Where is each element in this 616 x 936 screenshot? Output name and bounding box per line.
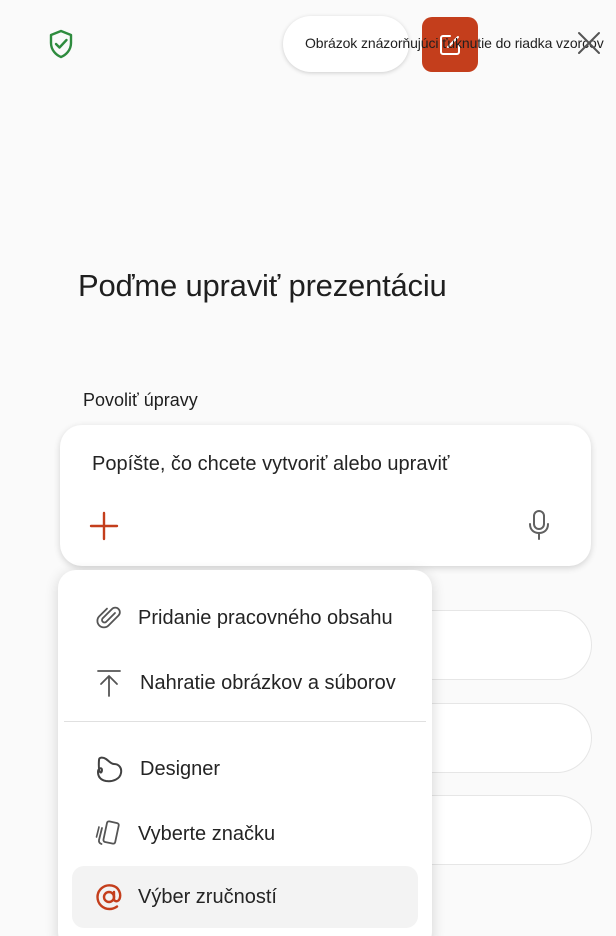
menu-item-label: Designer [140,757,221,780]
suggestion-pill[interactable] [420,610,592,680]
menu-item-choose-brand[interactable]: Vyberte značku [72,803,418,865]
menu-item-upload-files[interactable]: Nahratie obrázkov a súborov [72,652,418,714]
tooltip-text: Obrázok znázorňujúci ťuknutie do riadka … [305,35,604,51]
prompt-input[interactable]: Popíšte, čo chcete vytvoriť alebo upravi… [92,453,449,476]
add-icon[interactable] [88,510,120,542]
add-menu: Pridanie pracovného obsahu Nahratie obrá… [58,570,432,936]
page-title: Poďme upraviť prezentáciu [78,268,447,303]
close-icon [578,32,600,54]
designer-icon [94,754,124,784]
microphone-icon[interactable] [524,508,554,542]
suggestion-pill[interactable] [420,795,592,865]
close-button[interactable] [574,28,604,58]
menu-item-label: Nahratie obrázkov a súborov [140,671,396,694]
menu-item-skills[interactable]: Výber zručností [72,866,418,928]
upload-icon [94,668,124,698]
prompt-box[interactable] [60,425,591,566]
allow-edits-label: Povoliť úpravy [83,390,198,410]
menu-item-add-work-content[interactable]: Pridanie pracovného obsahu [72,587,418,649]
paperclip-icon [94,603,124,633]
menu-item-label: Pridanie pracovného obsahu [138,606,393,629]
copilot-panel: Obrázok znázorňujúci ťuknutie do riadka … [0,0,616,936]
at-sign-icon [94,882,124,912]
menu-divider [64,721,426,722]
shield-check-icon[interactable] [44,27,78,61]
suggestion-pill[interactable] [420,703,592,773]
menu-item-designer[interactable]: Designer [72,738,418,800]
brand-icon [94,819,124,849]
menu-item-label: Vyberte značku [138,822,276,845]
menu-item-label: Výber zručností [138,885,277,908]
